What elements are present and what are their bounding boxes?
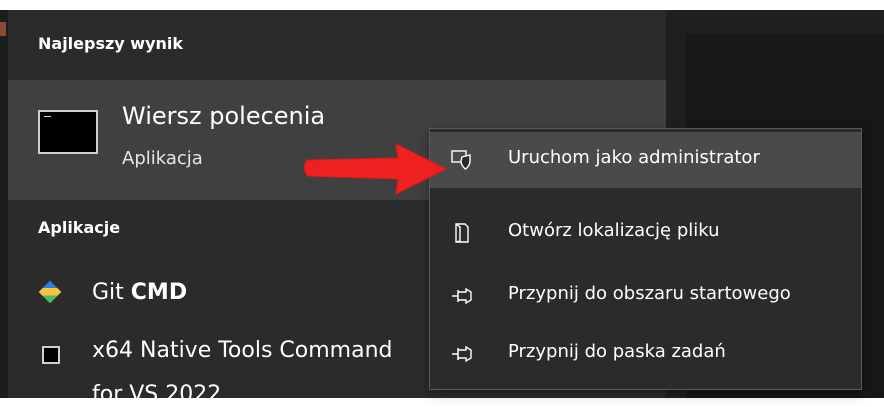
context-menu: Uruchom jako administrator Otwórz lokali…: [429, 128, 862, 390]
git-icon: [38, 280, 62, 304]
menu-item-pin-to-start[interactable]: Przypnij do obszaru startowego: [430, 268, 861, 324]
app-label-git-cmd: Git CMD: [92, 280, 187, 305]
menu-item-open-file-location[interactable]: Otwórz lokalizację pliku: [430, 205, 861, 261]
menu-item-label: Przypnij do obszaru startowego: [508, 283, 791, 304]
admin-shield-icon: [450, 148, 474, 172]
best-result-subtitle: Aplikacja: [122, 148, 203, 169]
pin-icon: [450, 342, 474, 366]
window-edge: [0, 10, 8, 398]
best-result-title: Wiersz polecenia: [122, 102, 326, 130]
pin-icon: [450, 284, 474, 308]
app-label-overflow: for VS 2022: [92, 382, 222, 407]
menu-item-pin-to-taskbar[interactable]: Przypnij do paska zadań: [430, 326, 861, 382]
menu-item-run-as-admin[interactable]: Uruchom jako administrator: [430, 132, 861, 188]
red-arrow-annotation: [304, 143, 448, 195]
menu-item-label: Uruchom jako administrator: [508, 147, 760, 168]
apps-header: Aplikacje: [38, 218, 121, 237]
app-label-x64-native-tools: x64 Native Tools Command: [92, 338, 393, 363]
app-label-bold: CMD: [130, 280, 188, 305]
menu-item-label: Otwórz lokalizację pliku: [508, 220, 720, 241]
command-prompt-icon: [38, 110, 98, 154]
screenshot-top-strip: [0, 0, 884, 10]
command-prompt-icon: [42, 346, 60, 364]
menu-item-label: Przypnij do paska zadań: [508, 341, 726, 362]
app-label-prefix: Git: [92, 280, 131, 305]
file-location-icon: [450, 221, 474, 245]
best-result-header: Najlepszy wynik: [38, 34, 184, 53]
